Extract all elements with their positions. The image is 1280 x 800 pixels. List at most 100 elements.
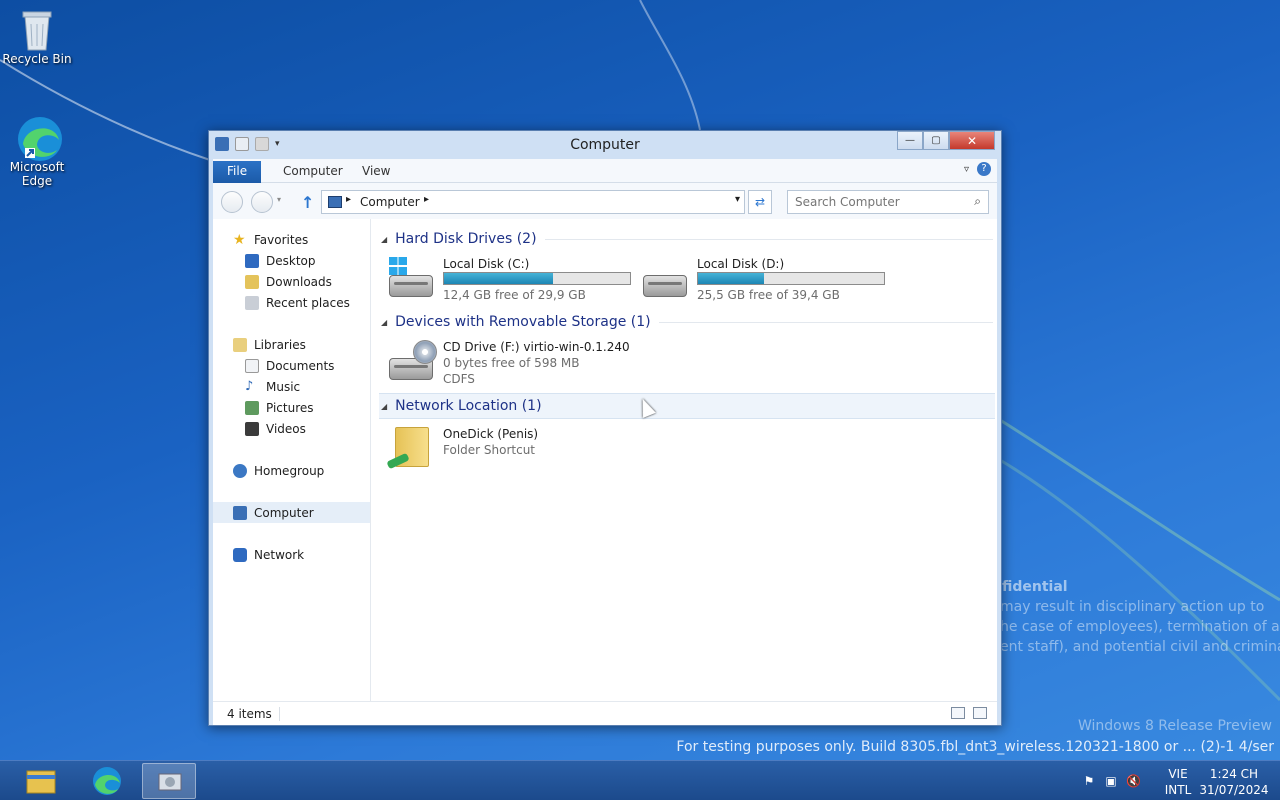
details-view-icon[interactable] xyxy=(951,707,965,719)
hard-drive-icon xyxy=(641,257,689,299)
homegroup-icon xyxy=(233,463,247,478)
minimize-icon: — xyxy=(905,135,915,146)
clock[interactable]: 1:24 CH 31/07/2024 xyxy=(1194,766,1274,798)
nav-homegroup[interactable]: Homegroup xyxy=(213,460,370,481)
search-box[interactable]: ⌕ xyxy=(787,190,989,214)
tab-view[interactable]: View xyxy=(348,161,404,183)
nav-label: Network xyxy=(254,547,305,562)
drive-usage-bar xyxy=(697,272,885,285)
nav-label: Homegroup xyxy=(254,463,325,478)
forward-button[interactable] xyxy=(251,191,273,213)
breadcrumb-chevron-icon[interactable]: ▸ xyxy=(346,194,351,205)
nav-music[interactable]: ♪ Music xyxy=(213,376,370,397)
maximize-icon: ▢ xyxy=(931,135,941,146)
taskbar-edge[interactable] xyxy=(80,763,134,799)
nav-videos[interactable]: Videos xyxy=(213,418,370,439)
recent-places-icon xyxy=(245,295,259,310)
computer-small-icon xyxy=(328,196,342,208)
nav-favorites[interactable]: ★ Favorites xyxy=(213,229,370,250)
group-header-network-location[interactable]: ◢ Network Location (1) xyxy=(379,393,995,419)
nav-documents[interactable]: Documents xyxy=(213,355,370,376)
large-icons-view-icon[interactable] xyxy=(973,707,987,719)
drive-usage-bar xyxy=(443,272,631,285)
keyboard-layout: INTL xyxy=(1164,783,1192,797)
view-switcher xyxy=(951,707,987,719)
nav-label: Downloads xyxy=(266,274,332,289)
drive-filesystem: CDFS xyxy=(443,372,475,386)
drive-tile-d[interactable]: Local Disk (D:) 25,5 GB free of 39,4 GB xyxy=(641,253,891,303)
title-bar[interactable]: ▾ Computer — ▢ ✕ xyxy=(209,131,1001,159)
expand-ribbon-icon[interactable]: ▿ xyxy=(964,164,969,175)
documents-icon xyxy=(245,358,259,373)
nav-pictures[interactable]: Pictures xyxy=(213,397,370,418)
nav-desktop[interactable]: Desktop xyxy=(213,250,370,271)
lang-code: VIE xyxy=(1168,767,1188,781)
drive-usage-fill xyxy=(444,273,553,284)
folder-shortcut-icon xyxy=(386,427,435,470)
breadcrumb-chevron-icon[interactable]: ▸ xyxy=(424,194,429,205)
input-language-indicator[interactable]: VIE INTL xyxy=(1158,766,1198,798)
taskbar: ⚑ ▣ 🔇 VIE INTL 1:24 CH 31/07/2024 xyxy=(0,760,1280,800)
recent-locations-chevron-icon[interactable]: ▾ xyxy=(277,195,281,204)
ribbon-tabs: File Computer View ▿ ? xyxy=(213,159,997,183)
search-input[interactable] xyxy=(788,191,958,213)
explorer-window: ▾ Computer — ▢ ✕ File Computer View ▿ ? … xyxy=(208,130,1002,726)
watermark-line: may result in disciplinary action up to xyxy=(1000,599,1265,615)
refresh-button[interactable]: ⇄ xyxy=(748,190,772,214)
file-explorer-icon xyxy=(26,770,56,794)
up-arrow-icon[interactable]: ↑ xyxy=(301,193,314,212)
nav-label: Music xyxy=(266,379,301,394)
watermark-edition: Windows 8 Release Preview xyxy=(1078,718,1272,734)
nav-downloads[interactable]: Downloads xyxy=(213,271,370,292)
refresh-icon: ⇄ xyxy=(754,195,766,209)
network-tray-icon[interactable]: ▣ xyxy=(1104,774,1118,788)
star-icon: ★ xyxy=(233,231,246,248)
network-location-tile[interactable]: OneDick (Penis) Folder Shortcut xyxy=(386,423,637,473)
volume-muted-icon[interactable]: 🔇 xyxy=(1126,774,1141,788)
group-header-label: Devices with Removable Storage (1) xyxy=(395,314,651,330)
taskbar-computer[interactable] xyxy=(142,763,196,799)
close-icon: ✕ xyxy=(966,133,978,148)
clock-date: 31/07/2024 xyxy=(1199,783,1269,797)
nav-label: Computer xyxy=(254,505,314,520)
taskbar-file-explorer[interactable] xyxy=(14,763,68,799)
navigation-pane: ★ Favorites Desktop Downloads Recent pla… xyxy=(213,219,371,701)
drive-usage-fill xyxy=(698,273,764,284)
nav-network[interactable]: Network xyxy=(213,544,370,565)
tab-file[interactable]: File xyxy=(213,161,262,183)
nav-libraries[interactable]: Libraries xyxy=(213,334,370,355)
minimize-button[interactable]: — xyxy=(897,131,923,150)
address-bar[interactable]: ▸ Computer ▸ ▾ xyxy=(321,190,745,214)
cd-drive-tile[interactable]: CD Drive (F:) virtio-win-0.1.240 0 bytes… xyxy=(387,336,637,386)
tab-computer[interactable]: Computer xyxy=(269,161,357,183)
action-center-flag-icon[interactable]: ⚑ xyxy=(1082,774,1096,788)
watermark-heading: fidential xyxy=(1002,579,1068,595)
downloads-icon xyxy=(245,274,259,289)
libraries-icon xyxy=(233,337,247,352)
group-header-removable-storage[interactable]: ◢ Devices with Removable Storage (1) xyxy=(381,311,993,333)
nav-label: Documents xyxy=(266,358,335,373)
drive-free-space: 0 bytes free of 598 MB xyxy=(443,356,580,370)
back-button[interactable] xyxy=(221,191,243,213)
nav-label: Pictures xyxy=(266,400,314,415)
videos-icon xyxy=(245,421,259,436)
search-icon[interactable]: ⌕ xyxy=(974,194,981,209)
maximize-button[interactable]: ▢ xyxy=(923,131,949,150)
nav-computer[interactable]: Computer xyxy=(213,502,370,523)
group-header-label: Network Location (1) xyxy=(395,398,542,414)
group-header-hard-disk-drives[interactable]: ◢ Hard Disk Drives (2) xyxy=(381,228,993,250)
drive-tile-c[interactable]: Local Disk (C:) 12,4 GB free of 29,9 GB xyxy=(387,253,637,303)
item-count: 4 items xyxy=(227,707,272,721)
nav-recent-places[interactable]: Recent places xyxy=(213,292,370,313)
window-controls: — ▢ ✕ xyxy=(897,131,995,150)
close-button[interactable]: ✕ xyxy=(949,131,995,150)
hard-drive-icon xyxy=(387,257,435,299)
window-title: Computer xyxy=(570,137,640,153)
clock-time: 1:24 CH xyxy=(1209,767,1259,781)
drive-name: Local Disk (D:) xyxy=(697,257,785,271)
help-icon[interactable]: ? xyxy=(977,162,991,176)
address-dropdown-icon[interactable]: ▾ xyxy=(735,194,740,205)
breadcrumb-computer[interactable]: Computer xyxy=(360,195,420,209)
drive-name: Local Disk (C:) xyxy=(443,257,530,271)
edge-icon xyxy=(93,767,121,795)
